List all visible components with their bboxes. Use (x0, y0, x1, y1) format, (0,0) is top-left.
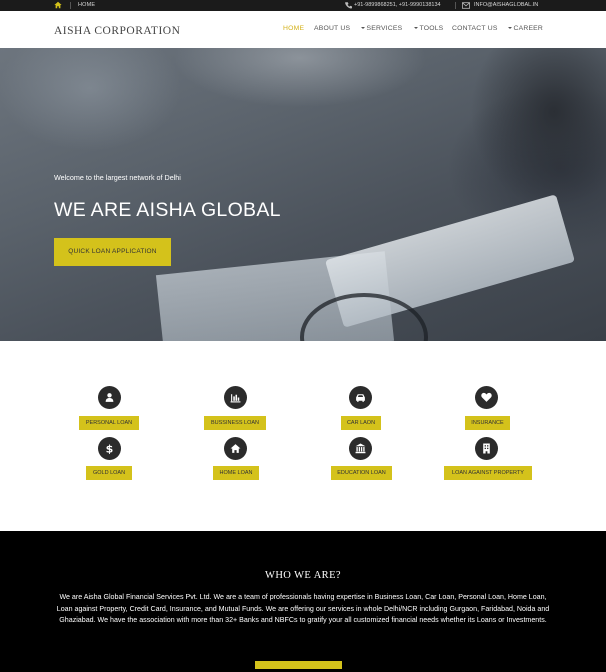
nav-about-us[interactable]: ABOUT US (314, 25, 350, 32)
nav-home-label: HOME (283, 25, 305, 32)
caret-down-icon (361, 27, 365, 29)
service-label[interactable]: HOME LOAN (213, 466, 259, 480)
divider (70, 2, 71, 9)
nav-services-label: SERVICES (366, 25, 403, 32)
service-label[interactable]: INSURANCE (465, 416, 510, 430)
bar-chart-icon[interactable] (224, 386, 247, 409)
nav-career-label: CAREER (513, 25, 544, 32)
read-more-button[interactable] (255, 661, 342, 669)
top-home-link[interactable]: HOME (78, 2, 95, 8)
main-nav: AISHA CORPORATION HOME ABOUT US SERVICES… (0, 11, 606, 48)
home-icon[interactable] (54, 1, 62, 9)
service-label[interactable]: EDUCATION LOAN (331, 466, 392, 480)
brand-logo[interactable]: AISHA CORPORATION (54, 25, 180, 37)
caret-down-icon (508, 27, 512, 29)
home-icon[interactable] (224, 437, 247, 460)
dollar-icon[interactable]: $ (98, 437, 121, 460)
service-label[interactable]: CAR LAON (341, 416, 381, 430)
nav-contact-us[interactable]: CONTACT US (452, 25, 498, 32)
service-label[interactable]: LOAN AGAINST PROPERTY (444, 466, 532, 480)
nav-career[interactable]: CAREER (508, 25, 543, 32)
service-label[interactable]: GOLD LOAN (86, 466, 132, 480)
services-section: PERSONAL LOAN BUSSINESS LOAN CAR LAON IN… (0, 341, 606, 531)
email-link[interactable]: INFO@AISHAGLOBAL.IN (474, 2, 538, 8)
phone-icon (345, 2, 352, 9)
who-we-are-text: We are Aisha Global Financial Services P… (56, 593, 550, 624)
divider (455, 2, 456, 9)
who-we-are-section: WHO WE ARE? We are Aisha Global Financia… (0, 531, 606, 672)
nav-home[interactable]: HOME (283, 25, 304, 32)
hero-background-shape (470, 48, 606, 208)
svg-text:$: $ (106, 443, 114, 454)
hero-banner: Welcome to the largest network of Delhi … (0, 48, 606, 341)
who-we-are-title: WHO WE ARE? (265, 570, 341, 581)
nav-services[interactable]: SERVICES (361, 25, 402, 32)
nav-tools-label: TOOLS (419, 25, 444, 32)
nav-tools[interactable]: TOOLS (414, 25, 443, 32)
service-label[interactable]: PERSONAL LOAN (79, 416, 139, 430)
service-label[interactable]: BUSSINESS LOAN (204, 416, 266, 430)
building-icon[interactable] (475, 437, 498, 460)
hero-subtitle: Welcome to the largest network of Delhi (54, 173, 181, 182)
caret-down-icon (414, 27, 418, 29)
car-icon[interactable] (349, 386, 372, 409)
nav-about-label: ABOUT US (314, 25, 351, 32)
quick-loan-button[interactable]: QUICK LOAN APPLICATION (54, 238, 171, 266)
heart-icon[interactable] (475, 386, 498, 409)
nav-contact-label: CONTACT US (452, 25, 498, 32)
hero-title: WE ARE AISHA GLOBAL (54, 199, 281, 221)
phone-numbers: +91-9899868251, +91-9990138134 (354, 2, 441, 8)
top-bar: HOME +91-9899868251, +91-9990138134 INFO… (0, 0, 606, 11)
bank-icon[interactable] (349, 437, 372, 460)
user-icon[interactable] (98, 386, 121, 409)
mail-icon (462, 2, 470, 9)
